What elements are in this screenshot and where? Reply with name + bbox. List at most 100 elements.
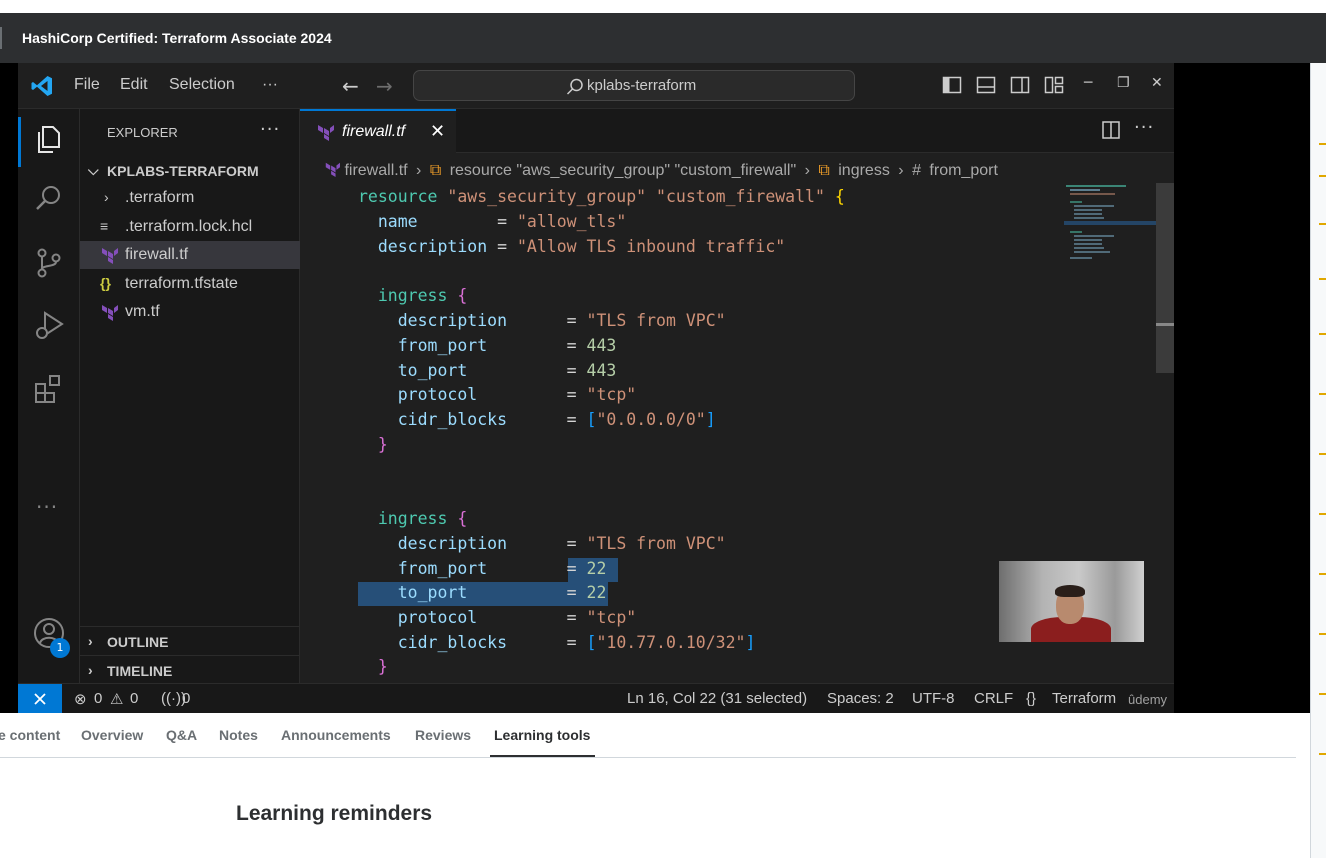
ports-count[interactable]: 0 — [182, 690, 190, 707]
forward-arrow-icon[interactable]: → — [376, 74, 393, 98]
code-line: from_port = 22 — [397, 559, 607, 578]
course-header: HashiCorp Certified: Terraform Associate… — [0, 13, 1326, 63]
course-content-sidebar[interactable] — [1310, 63, 1326, 858]
code-line: protocol = "tcp" — [397, 608, 637, 627]
breadcrumb-file[interactable]: firewall.tf — [344, 162, 407, 179]
command-center-search[interactable]: kplabs-terraform — [413, 70, 855, 101]
file-label: .terraform.lock.hcl — [125, 218, 253, 235]
file-item-firewall-tf[interactable]: firewall.tf — [80, 241, 300, 269]
terraform-icon — [102, 305, 118, 321]
tab-reviews[interactable]: Reviews — [415, 727, 471, 743]
explorer-title: EXPLORER — [107, 125, 178, 140]
language-mode[interactable]: Terraform — [1052, 690, 1116, 707]
active-indicator — [18, 117, 21, 167]
breadcrumb-separator-icon: › — [416, 162, 422, 179]
search-icon[interactable] — [31, 181, 67, 217]
tab-firewall-tf[interactable]: firewall.tf ✕ — [300, 109, 456, 153]
error-count[interactable]: 0 — [94, 690, 102, 707]
tab-label: firewall.tf — [342, 123, 406, 140]
hash-icon: # — [912, 162, 921, 179]
progress-tick — [1319, 223, 1326, 225]
breadcrumb-resource[interactable]: resource "aws_security_group" "custom_fi… — [450, 162, 796, 179]
symbol-icon: ⧉ — [818, 162, 830, 179]
toggle-primary-sidebar-icon[interactable] — [942, 75, 962, 95]
terraform-icon — [318, 125, 334, 141]
tab-course-content[interactable]: e content — [0, 727, 60, 743]
minimize-icon[interactable]: ─ — [1084, 75, 1092, 91]
file-label: terraform.tfstate — [125, 275, 238, 292]
warning-icon: ⚠ — [110, 691, 124, 708]
file-item-lock-hcl[interactable]: ≡ .terraform.lock.hcl — [80, 213, 300, 241]
encoding[interactable]: UTF-8 — [912, 690, 955, 707]
restore-icon[interactable]: ❐ — [1117, 75, 1130, 91]
breadcrumb-from-port[interactable]: from_port — [929, 162, 997, 179]
menu-edit[interactable]: Edit — [120, 76, 148, 94]
extensions-icon[interactable] — [31, 371, 67, 407]
toggle-secondary-sidebar-icon[interactable] — [1010, 75, 1030, 95]
toggle-panel-icon[interactable] — [976, 75, 996, 95]
code-line: description = "TLS from VPC" — [397, 534, 726, 553]
code-line: description = "Allow TLS inbound traffic… — [377, 237, 786, 256]
tab-close-icon[interactable]: ✕ — [430, 121, 445, 142]
tab-announcements[interactable]: Announcements — [281, 727, 391, 743]
menu-file[interactable]: File — [74, 76, 100, 94]
file-label: firewall.tf — [125, 246, 189, 263]
section-label: TIMELINE — [107, 663, 173, 679]
chevron-right-icon: › — [88, 662, 93, 678]
code-line: cidr_blocks = ["10.77.0.10/32"] — [397, 633, 756, 652]
editor-more-icon[interactable]: ··· — [1134, 117, 1154, 138]
tab-qa[interactable]: Q&A — [166, 727, 197, 743]
remote-indicator[interactable] — [18, 684, 62, 714]
search-icon — [566, 78, 583, 95]
menu-more[interactable]: ··· — [262, 76, 278, 94]
language-icon: {} — [1026, 690, 1037, 707]
explorer-more-icon[interactable]: ··· — [260, 119, 280, 140]
breadcrumb-separator-icon: › — [804, 162, 810, 179]
tab-overview[interactable]: Overview — [81, 727, 143, 743]
progress-tick — [1319, 573, 1326, 575]
workspace-folder[interactable]: ⌵ KPLABS-TERRAFORM — [80, 159, 300, 185]
code-line: to_port = 443 — [397, 361, 617, 380]
progress-tick — [1319, 513, 1326, 515]
run-debug-icon[interactable] — [31, 307, 67, 343]
end-of-line[interactable]: CRLF — [974, 690, 1013, 707]
more-views-icon[interactable]: ··· — [36, 495, 58, 519]
source-control-icon[interactable] — [31, 245, 67, 281]
code-line: to_port = 22 — [397, 583, 607, 602]
symbol-icon: ⧉ — [429, 162, 442, 179]
search-label: kplabs-terraform — [587, 77, 697, 94]
code-line: from_port = 443 — [397, 336, 617, 355]
progress-tick — [1319, 753, 1326, 755]
tab-notes[interactable]: Notes — [219, 727, 258, 743]
remote-icon — [34, 693, 46, 705]
code-line: ingress { — [377, 286, 468, 305]
progress-tick — [1319, 175, 1326, 177]
warning-count[interactable]: 0 — [130, 690, 138, 707]
minimap[interactable] — [1064, 183, 1156, 273]
indentation[interactable]: Spaces: 2 — [827, 690, 894, 707]
code-line: resource "aws_security_group" "custom_fi… — [358, 187, 845, 206]
close-window-icon[interactable]: ✕ — [1151, 75, 1163, 91]
customize-layout-icon[interactable] — [1044, 75, 1064, 95]
webcam-person-hair — [1055, 585, 1085, 597]
menu-selection[interactable]: Selection — [169, 76, 235, 94]
editor-scrollbar[interactable] — [1156, 183, 1174, 373]
file-item-vm-tf[interactable]: vm.tf — [80, 298, 300, 326]
timeline-section[interactable]: › TIMELINE — [80, 655, 300, 683]
cursor-position[interactable]: Ln 16, Col 22 (31 selected) — [627, 690, 807, 707]
file-item-terraform-dir[interactable]: › .terraform — [80, 184, 300, 212]
error-icon: ⊗ — [74, 691, 87, 708]
explorer-icon[interactable] — [31, 121, 67, 157]
tab-learning-tools[interactable]: Learning tools — [494, 727, 590, 743]
vscode-logo-icon — [31, 76, 52, 96]
header-divider — [0, 27, 2, 49]
split-editor-icon[interactable] — [1102, 121, 1120, 139]
scrollbar-cursor-marker — [1156, 323, 1174, 326]
breadcrumb-ingress[interactable]: ingress — [838, 162, 890, 179]
back-arrow-icon[interactable]: ← — [342, 74, 359, 98]
outline-section[interactable]: › OUTLINE — [80, 626, 300, 654]
active-tab-underline — [490, 755, 595, 757]
breadcrumb-separator-icon: › — [898, 162, 904, 179]
file-item-tfstate[interactable]: {} terraform.tfstate — [80, 270, 300, 298]
instructor-webcam — [999, 561, 1144, 642]
